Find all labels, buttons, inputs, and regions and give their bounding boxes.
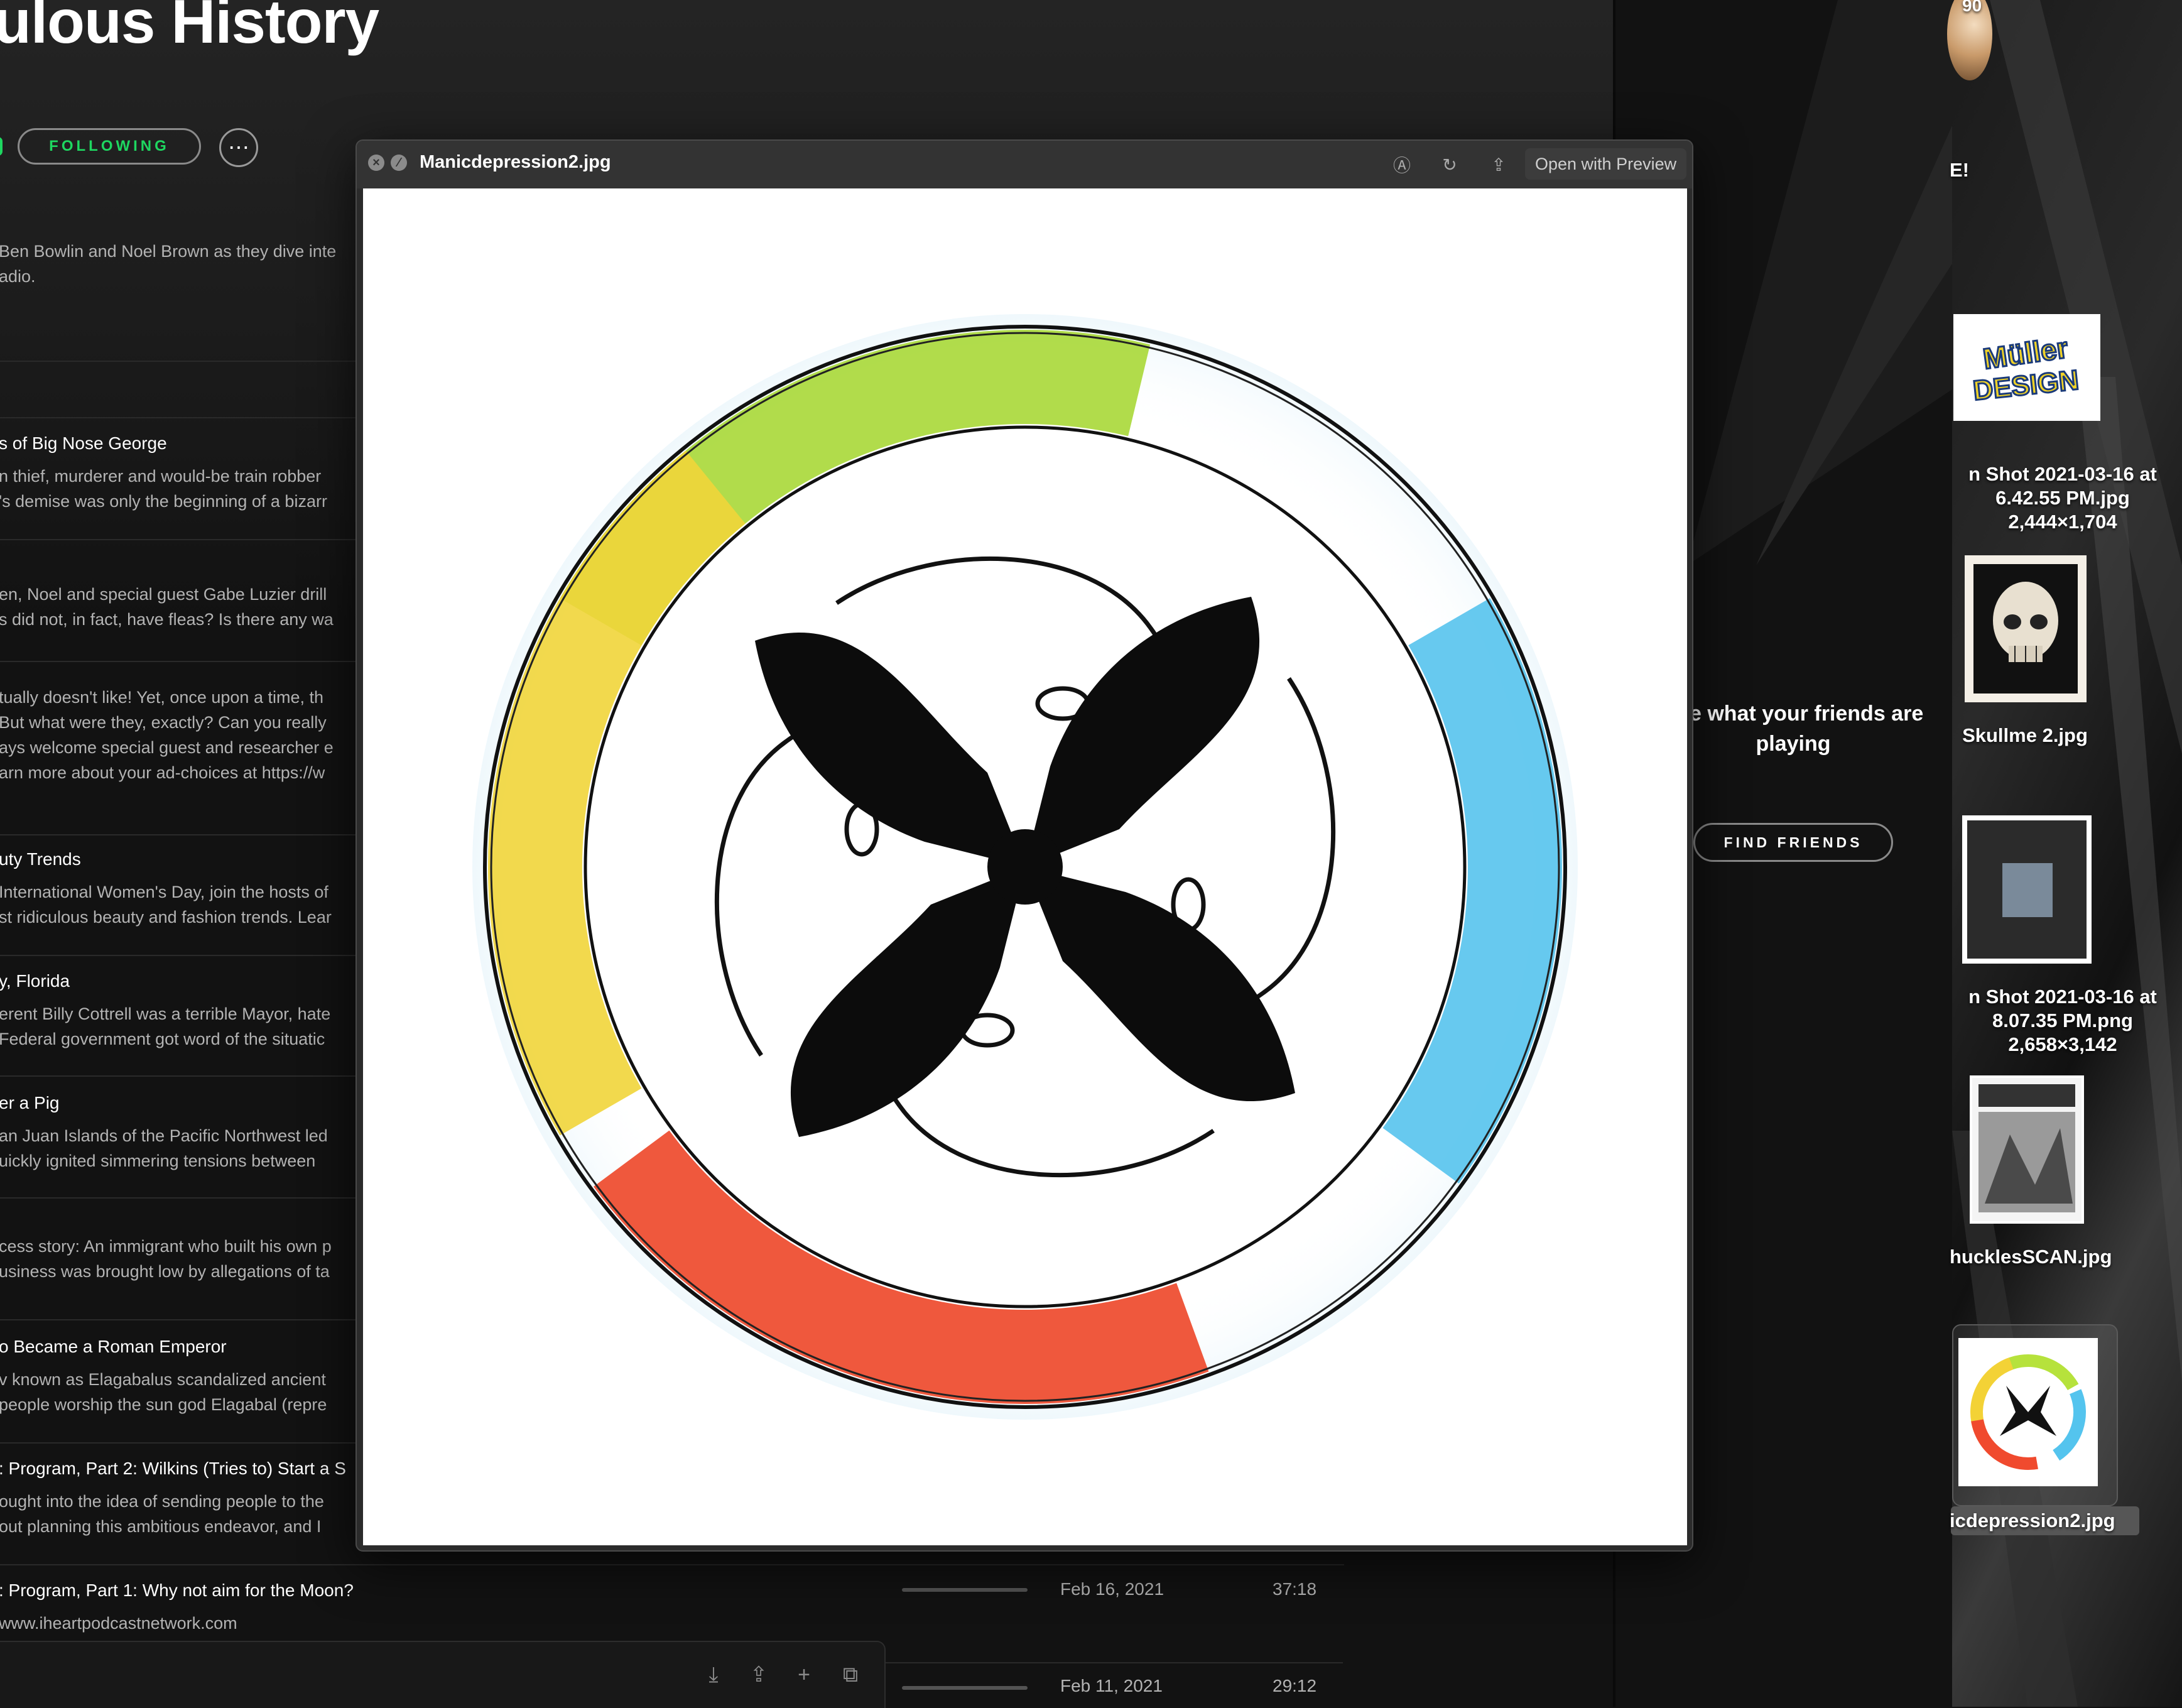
episode-progress-bar[interactable] (902, 1588, 1028, 1592)
episode-duration: 37:18 (1273, 1579, 1317, 1599)
download-icon[interactable]: ⤓ (700, 1661, 727, 1689)
episode-description: n thief, murderer and would-be train rob… (0, 467, 327, 511)
episode-row[interactable]: en, Noel and special guest Gabe Luzier d… (0, 550, 357, 632)
episode-row[interactable]: y, Florida erent Billy Cottrell was a te… (0, 970, 357, 1052)
skull-image-icon (1973, 564, 2078, 694)
episode-description: International Women's Day, join the host… (0, 883, 332, 927)
following-button[interactable]: FOLLOWING (18, 128, 201, 165)
comic-scan-thumbnail[interactable] (1970, 1075, 2084, 1224)
episode-description: en, Noel and special guest Gabe Luzier d… (0, 585, 334, 629)
episode-description: an Juan Islands of the Pacific Northwest… (0, 1126, 328, 1170)
manicdepression-thumbnail[interactable] (1958, 1338, 2098, 1486)
file-label[interactable]: Skullme 2.jpg (1950, 724, 2100, 748)
divider (884, 1662, 1343, 1663)
play-button-edge[interactable] (0, 137, 3, 156)
episode-progress-bar[interactable] (902, 1686, 1028, 1690)
episode-date: Feb 11, 2021 (1060, 1676, 1163, 1695)
podcast-description: Ben Bowlin and Noel Brown as they dive i… (0, 242, 337, 286)
quicklook-filename: Manicdepression2.jpg (420, 152, 611, 172)
episode-description: tually doesn't like! Yet, once upon a ti… (0, 688, 334, 782)
episode-title[interactable]: s of Big Nose George (0, 432, 357, 455)
episode-description: www.iheartpodcastnetwork.com (0, 1614, 237, 1633)
rotate-icon[interactable]: ↻ (1437, 152, 1462, 177)
episode-title[interactable]: uty Trends (0, 848, 357, 871)
muller-design-thumbnail[interactable]: Müller DESIGN (1953, 314, 2100, 421)
muller-logo-icon: Müller DESIGN (1958, 319, 2095, 416)
episode-title[interactable]: er a Pig (0, 1092, 357, 1114)
manicdepression-image-icon (1962, 1342, 2094, 1482)
episode-row[interactable]: : Program, Part 1: Why not aim for the M… (0, 1579, 357, 1636)
quicklook-titlebar[interactable]: × ⁄ Manicdepression2.jpg Ⓐ ↻ ⇪ Open with… (357, 141, 1692, 188)
share-icon[interactable]: ⇪ (745, 1661, 773, 1689)
episode-row[interactable]: cess story: An immigrant who built his o… (0, 1207, 357, 1284)
copy-icon[interactable]: ⧉ (837, 1661, 864, 1689)
find-friends-button[interactable]: FIND FRIENDS (1693, 823, 1893, 862)
share-icon[interactable]: ⇪ (1486, 152, 1511, 177)
episode-description: ought into the idea of sending people to… (0, 1492, 324, 1536)
skull-thumbnail[interactable] (1965, 555, 2087, 702)
episode-title[interactable]: o Became a Roman Emperor (0, 1335, 357, 1358)
file-label[interactable]: n Shot 2021-03-16 at 8.07.35 PM.png 2,65… (1950, 985, 2176, 1057)
figure-icon (2002, 863, 2053, 917)
episode-title[interactable]: : Program, Part 2: Wilkins (Tries to) St… (0, 1457, 357, 1480)
episode-row[interactable]: s of Big Nose George n thief, murderer a… (0, 432, 357, 514)
podcast-title: ulous History (0, 0, 379, 56)
more-options-button[interactable]: ⋯ (219, 128, 258, 167)
episode-title[interactable]: : Program, Part 1: Why not aim for the M… (0, 1579, 357, 1602)
comic-page-icon (1972, 1078, 2082, 1221)
episode-row[interactable]: tually doesn't like! Yet, once upon a ti… (0, 672, 357, 785)
episode-description: cess story: An immigrant who built his o… (0, 1237, 332, 1281)
episode-duration: 29:12 (1273, 1676, 1317, 1695)
desktop-label: E! (1950, 159, 1969, 181)
screenshot-thumbnail[interactable] (1962, 815, 2092, 964)
fullscreen-icon[interactable]: ⁄ (391, 155, 407, 171)
episode-row[interactable]: o Became a Roman Emperor v known as Elag… (0, 1335, 357, 1417)
image-preview (363, 188, 1687, 1545)
friend-activity-message: e what your friends are playing (1690, 702, 1923, 756)
episode-title[interactable]: y, Florida (0, 970, 357, 993)
add-icon[interactable]: + (790, 1661, 818, 1689)
manicdepression-artwork (363, 188, 1687, 1545)
episode-description: v known as Elagabalus scandalized ancien… (0, 1370, 327, 1414)
markup-icon[interactable]: Ⓐ (1389, 152, 1414, 177)
file-label[interactable]: icdepression2.jpg (1950, 1509, 2138, 1533)
close-icon[interactable]: × (368, 155, 384, 171)
file-label[interactable]: n Shot 2021-03-16 at 6.42.55 PM.jpg 2,44… (1950, 462, 2176, 534)
episode-row[interactable]: er a Pig an Juan Islands of the Pacific … (0, 1092, 357, 1173)
desktop-label: 90 (1962, 0, 1982, 15)
quicklook-window: × ⁄ Manicdepression2.jpg Ⓐ ↻ ⇪ Open with… (356, 139, 1693, 1552)
divider (0, 1564, 1344, 1565)
episode-row[interactable]: uty Trends International Women's Day, jo… (0, 848, 357, 930)
open-with-preview-button[interactable]: Open with Preview (1525, 148, 1687, 180)
episode-row[interactable]: : Program, Part 2: Wilkins (Tries to) St… (0, 1457, 357, 1539)
file-label[interactable]: hucklesSCAN.jpg (1950, 1245, 2125, 1269)
episode-date: Feb 16, 2021 (1060, 1579, 1164, 1599)
episode-description: erent Billy Cottrell was a terrible Mayo… (0, 1004, 331, 1048)
